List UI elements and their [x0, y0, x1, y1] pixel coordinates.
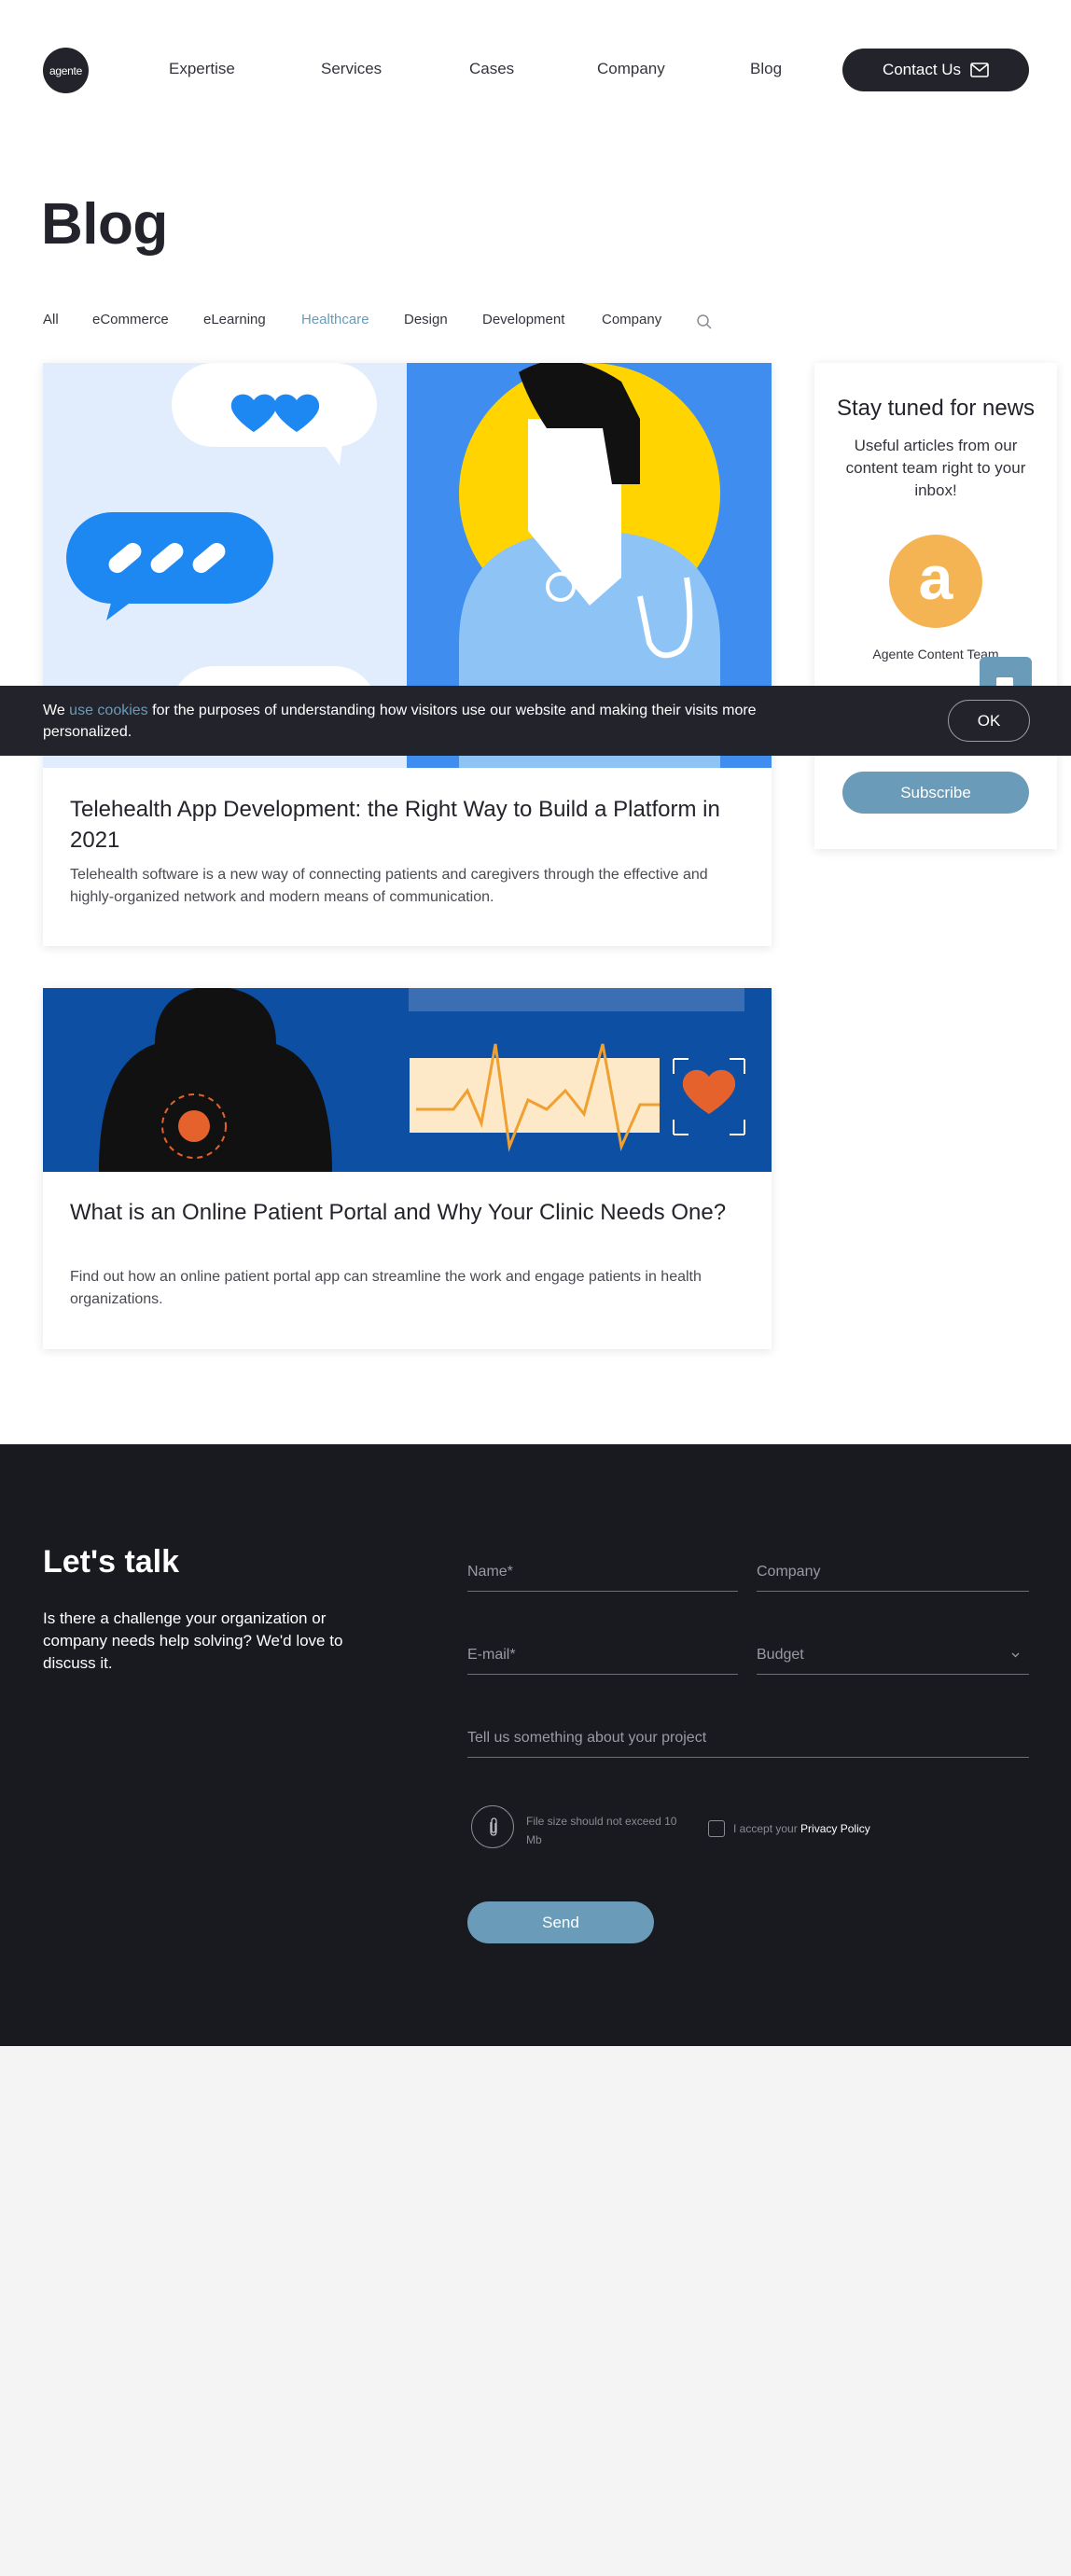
post-title[interactable]: Telehealth App Development: the Right Wa… — [70, 794, 751, 856]
category-company[interactable]: Company — [602, 312, 661, 327]
use-cookies-link[interactable]: use cookies — [69, 703, 148, 718]
avatar: a — [889, 535, 982, 628]
budget-select[interactable]: Budget — [757, 1641, 1029, 1675]
privacy-consent: I accept your Privacy Policy — [733, 1822, 870, 1835]
contact-us-label: Contact Us — [882, 61, 962, 78]
newsletter-title: Stay tuned for news — [836, 396, 1036, 421]
post-title[interactable]: What is an Online Patient Portal and Why… — [70, 1197, 751, 1228]
name-placeholder: Name* — [467, 1564, 513, 1580]
category-all[interactable]: All — [43, 312, 59, 327]
blog-post-card[interactable]: Telehealth App Development: the Right Wa… — [43, 363, 772, 946]
nav-services[interactable]: Services — [321, 60, 382, 78]
project-field[interactable]: Tell us something about your project — [467, 1724, 1029, 1758]
cookie-banner: We use cookies for the purposes of under… — [0, 686, 1071, 756]
cookie-ok-button[interactable]: OK — [948, 700, 1030, 742]
category-ecommerce[interactable]: eCommerce — [92, 312, 169, 327]
cookie-suffix: for the purposes of understanding how vi… — [43, 703, 757, 740]
email-placeholder: E-mail* — [467, 1647, 516, 1663]
subscribe-button[interactable]: Subscribe — [842, 772, 1029, 814]
patient-portal-illustration — [43, 988, 772, 1172]
project-placeholder: Tell us something about your project — [467, 1730, 707, 1746]
nav-company[interactable]: Company — [597, 60, 665, 78]
lets-talk-text: Is there a challenge your organization o… — [43, 1609, 343, 1672]
envelope-icon — [970, 63, 989, 77]
category-design[interactable]: Design — [404, 312, 448, 327]
site-header: agente Expertise Services Cases Company … — [0, 0, 1071, 140]
lets-talk-title: Let's talk — [43, 1544, 180, 1580]
privacy-policy-link[interactable]: Privacy Policy — [800, 1822, 870, 1835]
newsletter-box: Stay tuned for news Useful articles from… — [814, 363, 1057, 849]
chevron-down-icon — [1011, 1652, 1020, 1658]
avatar-letter: a — [918, 543, 953, 612]
file-size-note: File size should not exceed 10 Mb — [526, 1815, 677, 1846]
attach-file-button[interactable] — [471, 1805, 514, 1848]
nav-cases[interactable]: Cases — [469, 60, 514, 78]
category-elearning[interactable]: eLearning — [203, 312, 266, 327]
page-title: Blog — [41, 192, 168, 257]
category-development[interactable]: Development — [482, 312, 564, 327]
post-description: Find out how an online patient portal ap… — [70, 1269, 702, 1307]
post-description: Telehealth software is a new way of conn… — [70, 867, 708, 905]
privacy-prefix: I accept your — [733, 1822, 798, 1835]
paperclip-icon — [490, 1817, 497, 1836]
search-icon[interactable] — [696, 313, 713, 330]
name-field[interactable]: Name* — [467, 1558, 738, 1592]
newsletter-subtitle: Useful articles from our content team ri… — [845, 437, 1026, 499]
send-button[interactable]: Send — [467, 1901, 654, 1943]
contact-us-button[interactable]: Contact Us — [842, 49, 1029, 91]
budget-placeholder: Budget — [757, 1647, 804, 1663]
cookie-prefix: We — [43, 703, 65, 718]
blog-post-card[interactable]: What is an Online Patient Portal and Why… — [43, 988, 772, 1349]
company-placeholder: Company — [757, 1564, 821, 1580]
category-healthcare[interactable]: Healthcare — [301, 312, 369, 327]
privacy-checkbox[interactable] — [708, 1820, 725, 1837]
cookie-text: We use cookies for the purposes of under… — [43, 700, 845, 743]
logo[interactable]: agente — [43, 48, 89, 93]
contact-footer: Let's talk Is there a challenge your org… — [0, 1444, 1071, 2046]
nav-expertise[interactable]: Expertise — [169, 60, 235, 78]
company-field[interactable]: Company — [757, 1558, 1029, 1592]
nav-blog[interactable]: Blog — [750, 60, 782, 78]
email-field[interactable]: E-mail* — [467, 1641, 738, 1675]
